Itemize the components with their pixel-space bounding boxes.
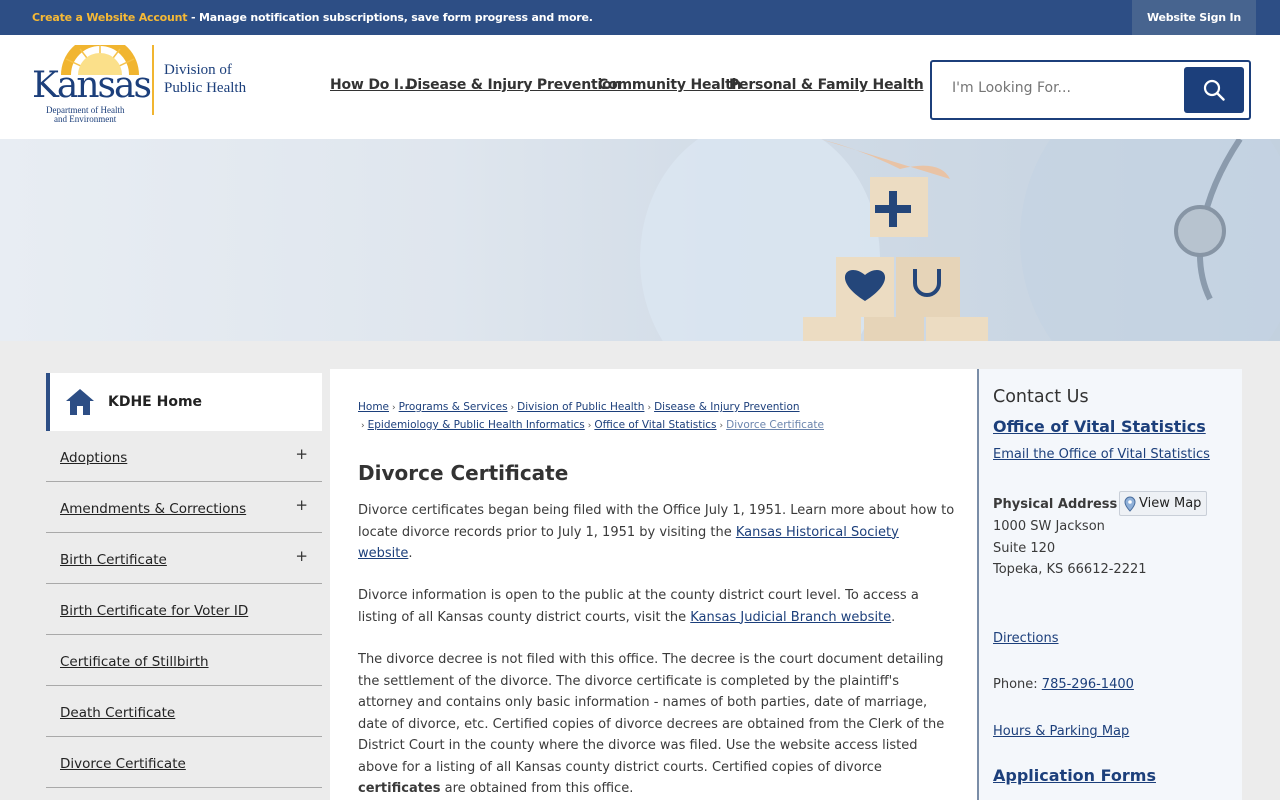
division-name-1: Division of [164, 62, 232, 78]
hero-medical-blocks-image [640, 139, 1280, 341]
sidebar-item-kdhe-home[interactable]: KDHE Home [46, 373, 322, 431]
breadcrumb-current[interactable]: Divorce Certificate [726, 419, 824, 431]
division-name-2: Public Health [164, 80, 247, 96]
nav-how-do-i[interactable]: How Do I... [330, 77, 414, 93]
address-line-1: 1000 SW Jackson [993, 519, 1105, 534]
paragraph-text: The divorce decree is not filed with thi… [358, 652, 945, 775]
breadcrumb-separator: › [510, 403, 515, 413]
search-box [930, 60, 1251, 120]
phone-line: Phone: 785-296-1400 [993, 677, 1134, 692]
view-map-label: View Map [1139, 496, 1202, 511]
breadcrumb-epidemiology[interactable]: Epidemiology & Public Health Informatics [368, 419, 585, 431]
sidebar-item-label[interactable]: Amendments & Corrections [60, 501, 246, 517]
sidebar-item-label[interactable]: Birth Certificate [60, 552, 167, 568]
sidebar-item-label[interactable]: Certificate of Stillbirth [60, 654, 209, 670]
account-banner-text: Create a Website Account - Manage notifi… [32, 11, 593, 24]
breadcrumb-vital-statistics[interactable]: Office of Vital Statistics [594, 419, 716, 431]
sidebar-home-label: KDHE Home [108, 394, 203, 410]
paragraph-history: Divorce certificates began being filed w… [358, 500, 956, 565]
logo-subtitle-2: and Environment [54, 114, 117, 124]
paragraph-public-info: Divorce information is open to the publi… [358, 585, 956, 628]
email-office-link[interactable]: Email the Office of Vital Statistics [993, 447, 1210, 462]
sidebar-item-label[interactable]: Adoptions [60, 450, 127, 466]
logo-wordmark: Kansas [32, 65, 152, 106]
top-banner: Create a Website Account - Manage notifi… [0, 0, 1280, 35]
kdhe-logo[interactable]: Kansas Department of Health and Environm… [30, 43, 260, 124]
breadcrumb-separator: › [719, 421, 724, 431]
map-pin-icon [1124, 495, 1136, 512]
sidebar-item-label[interactable]: Birth Certificate for Voter ID [60, 603, 248, 619]
expand-icon[interactable]: + [295, 547, 308, 565]
paragraph-text: . [408, 546, 413, 561]
breadcrumb-separator: › [647, 403, 652, 413]
hero-banner [0, 139, 1280, 341]
phone-label: Phone: [993, 677, 1042, 692]
kansas-judicial-branch-link[interactable]: Kansas Judicial Branch website [690, 610, 891, 625]
sidebar-item-label[interactable]: Death Certificate [60, 705, 175, 721]
nav-community-health[interactable]: Community Health [598, 77, 742, 93]
website-sign-in-button[interactable]: Website Sign In [1132, 0, 1256, 35]
expand-icon[interactable]: + [295, 445, 308, 463]
sidebar-item-birth-certificate-voter-id[interactable]: Birth Certificate for Voter ID [46, 584, 322, 635]
nav-disease-injury-prevention[interactable]: Disease & Injury Prevention [406, 77, 621, 93]
sidebar-item-amendments[interactable]: Amendments & Corrections + [46, 482, 322, 533]
search-icon [1203, 79, 1225, 101]
hours-parking-map-link[interactable]: Hours & Parking Map [993, 724, 1129, 739]
breadcrumb-programs[interactable]: Programs & Services [399, 401, 508, 413]
home-icon [66, 389, 94, 415]
sidebar-item-label[interactable]: Divorce Certificate [60, 756, 186, 772]
page-title: Divorce Certificate [358, 461, 569, 485]
sidebar-navigation: KDHE Home Adoptions + Amendments & Correc… [46, 373, 322, 788]
expand-icon[interactable]: + [295, 496, 308, 514]
sidebar-item-death-certificate[interactable]: Death Certificate [46, 686, 322, 737]
account-banner-description: - Manage notification subscriptions, sav… [187, 11, 593, 24]
office-vital-statistics-link[interactable]: Office of Vital Statistics [993, 417, 1206, 436]
phone-link[interactable]: 785-296-1400 [1042, 677, 1134, 692]
main-content: Home › Programs & Services › Division of Pub… [330, 369, 977, 800]
breadcrumb-public-health[interactable]: Division of Public Health [517, 401, 644, 413]
paragraph-decree: The divorce decree is not filed with thi… [358, 649, 956, 800]
contact-heading: Contact Us [993, 387, 1089, 407]
view-map-button[interactable]: View Map [1119, 491, 1207, 516]
paragraph-bold-text: certificates [358, 781, 441, 796]
breadcrumb-home[interactable]: Home [358, 401, 389, 413]
site-header: Kansas Department of Health and Environm… [0, 35, 1280, 139]
breadcrumb-separator: › [361, 421, 365, 431]
address-line-3: Topeka, KS 66612-2221 [993, 562, 1147, 577]
directions-link[interactable]: Directions [993, 631, 1059, 646]
paragraph-text: . [891, 609, 896, 625]
sidebar-item-divorce-certificate[interactable]: Divorce Certificate [46, 737, 322, 788]
breadcrumb-disease-prevention[interactable]: Disease & Injury Prevention [654, 401, 800, 413]
sidebar-item-adoptions[interactable]: Adoptions + [46, 431, 322, 482]
create-account-link[interactable]: Create a Website Account [32, 11, 188, 24]
search-input[interactable] [952, 80, 1172, 96]
breadcrumb-separator: › [392, 403, 396, 413]
paragraph-text: are obtained from this office. [440, 781, 634, 796]
sidebar-item-stillbirth[interactable]: Certificate of Stillbirth [46, 635, 322, 686]
sidebar-item-birth-certificate[interactable]: Birth Certificate + [46, 533, 322, 584]
contact-us-panel: Contact Us Office of Vital Statistics Em… [977, 369, 1242, 800]
address-line-2: Suite 120 [993, 541, 1056, 556]
nav-personal-family-health[interactable]: Personal & Family Health [729, 77, 924, 93]
breadcrumb-separator: › [587, 421, 592, 431]
physical-address-label: Physical Address [993, 497, 1118, 512]
logo-divider [152, 45, 154, 115]
application-forms-link[interactable]: Application Forms [993, 766, 1156, 785]
breadcrumb: Home › Programs & Services › Division of Pub… [358, 399, 958, 435]
search-button[interactable] [1184, 67, 1244, 113]
